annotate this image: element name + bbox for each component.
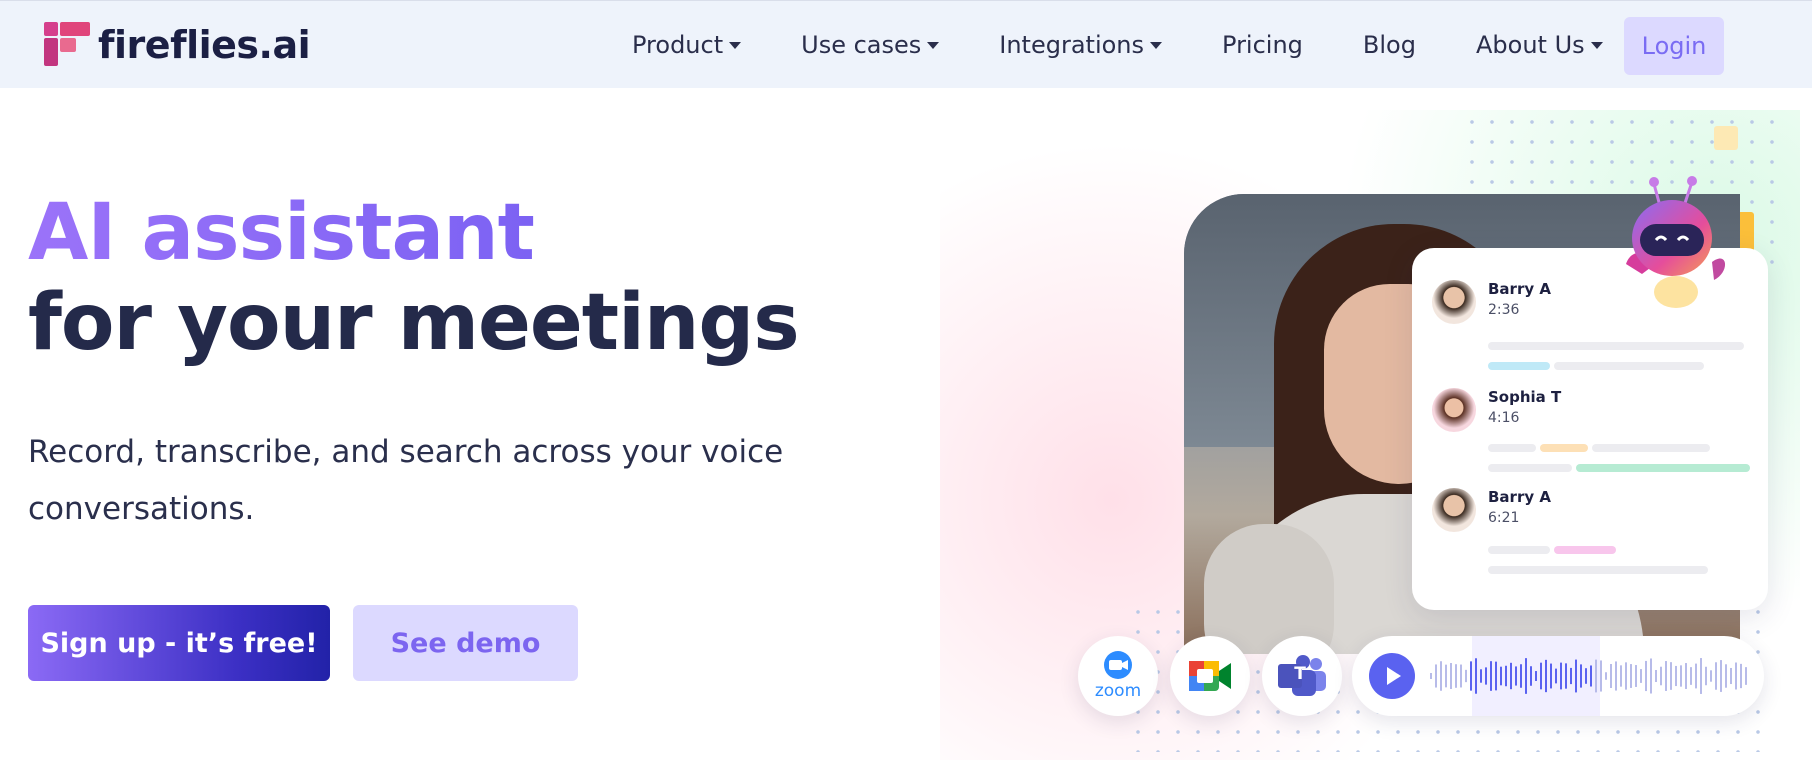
google-meet-integration[interactable]: [1170, 636, 1250, 716]
nav-menu: Product Use cases Integrations Pricing B…: [632, 25, 1663, 65]
zoom-integration[interactable]: zoom: [1078, 636, 1158, 716]
nav-item-pricing[interactable]: Pricing: [1222, 25, 1303, 65]
nav-item-label: Product: [632, 31, 724, 59]
see-demo-button[interactable]: See demo: [353, 605, 578, 681]
zoom-camera-icon: [1103, 651, 1132, 679]
nav-item-about-us[interactable]: About Us: [1476, 25, 1603, 65]
signup-button[interactable]: Sign up - it’s free!: [28, 605, 330, 681]
microsoft-teams-integration[interactable]: T: [1262, 636, 1342, 716]
brand-logo[interactable]: fireflies.ai: [42, 21, 311, 69]
nav-item-label: Use cases: [801, 31, 922, 59]
speaker-name: Barry A: [1488, 488, 1551, 506]
hero-headline: for your meetings: [28, 278, 800, 368]
robot-mascot-icon: [1626, 176, 1726, 308]
avatar: [1432, 488, 1476, 532]
nav-item-product[interactable]: Product: [632, 25, 742, 65]
speaker-time: 6:21: [1488, 510, 1520, 526]
nav-item-blog[interactable]: Blog: [1363, 25, 1416, 65]
google-meet-icon: [1189, 661, 1231, 691]
nav-item-label: Integrations: [999, 31, 1145, 59]
zoom-label: zoom: [1094, 681, 1142, 701]
login-button[interactable]: Login: [1624, 17, 1724, 75]
decorative-square: [1714, 126, 1738, 150]
nav-item-label: Pricing: [1222, 31, 1303, 59]
hero-subtext: Record, transcribe, and search across yo…: [28, 434, 784, 527]
fireflies-logo-icon: [44, 22, 90, 66]
speaker-time: 4:16: [1488, 410, 1520, 426]
waveform: [1430, 658, 1747, 694]
chevron-down-icon: [927, 41, 940, 49]
chevron-down-icon: [1150, 41, 1163, 49]
hero-headline-accent: AI assistant: [28, 188, 535, 278]
nav-item-label: About Us: [1475, 31, 1585, 59]
speaker-name: Sophia T: [1488, 388, 1562, 406]
nav-item-integrations[interactable]: Integrations: [999, 25, 1163, 65]
nav-item-label: Blog: [1362, 31, 1416, 59]
nav-item-use-cases[interactable]: Use cases: [801, 25, 940, 65]
speaker-time: 2:36: [1488, 302, 1520, 318]
brand-name: fireflies.ai: [98, 23, 311, 67]
teams-letter: T: [1294, 664, 1306, 684]
speaker-name: Barry A: [1488, 280, 1551, 298]
top-navbar: fireflies.ai Product Use cases Integrati…: [0, 0, 1812, 88]
avatar: [1432, 388, 1476, 432]
audio-player: [1352, 636, 1764, 716]
chevron-down-icon: [729, 41, 742, 49]
chevron-down-icon: [1590, 41, 1603, 49]
play-button[interactable]: [1369, 653, 1415, 699]
avatar: [1432, 280, 1476, 324]
